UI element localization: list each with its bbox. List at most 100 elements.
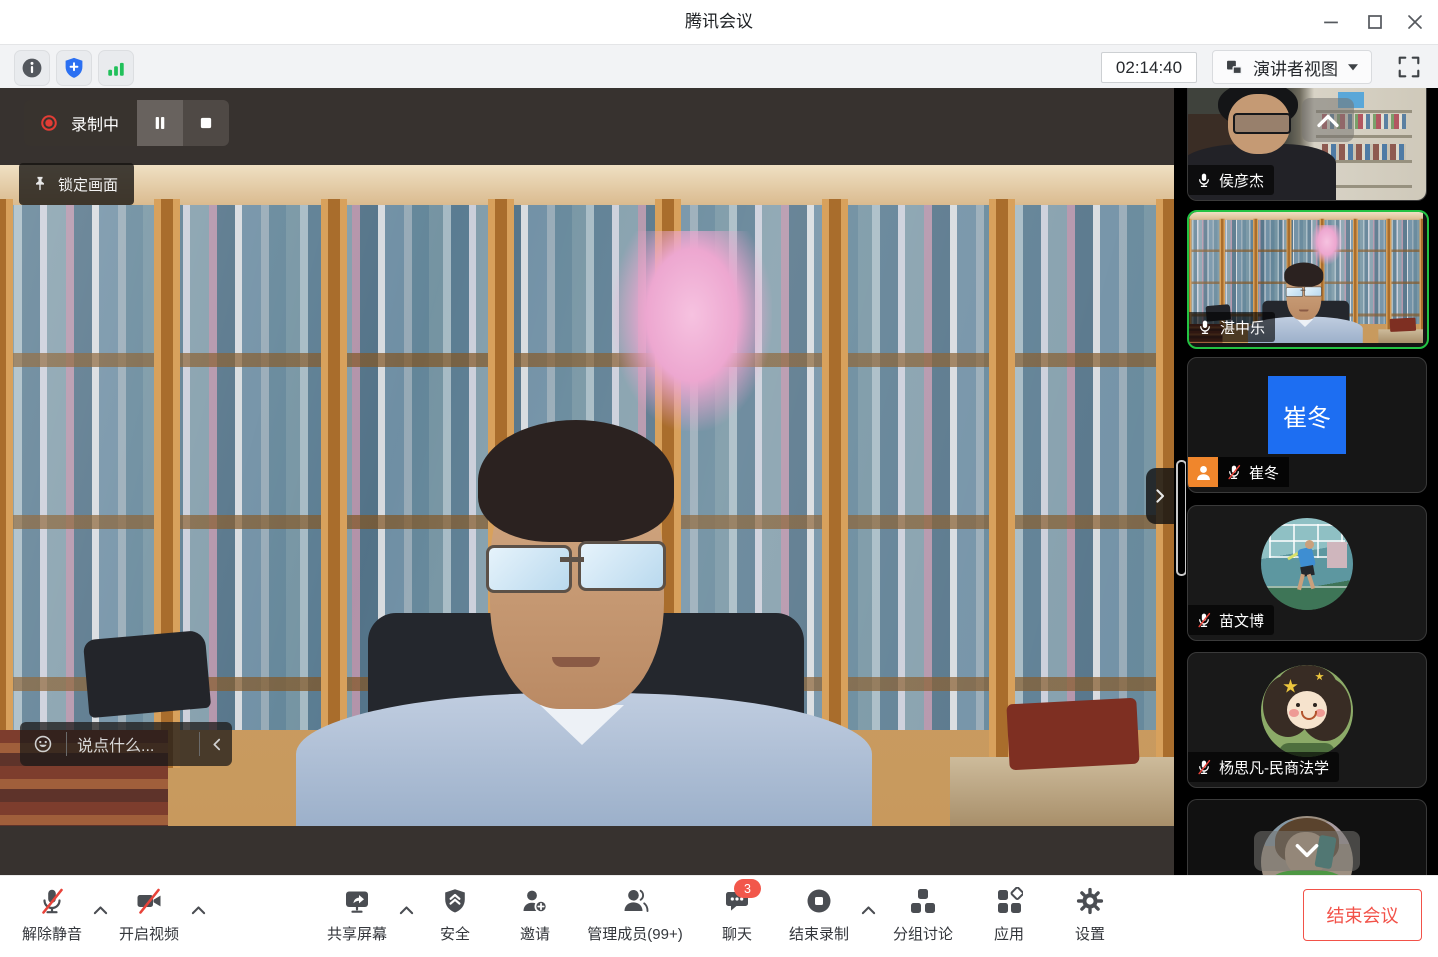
invite-button[interactable]: 邀请 xyxy=(510,887,560,944)
chevron-up-icon xyxy=(1316,113,1340,128)
fullscreen-button[interactable] xyxy=(1392,50,1426,84)
mic-muted-icon xyxy=(1196,612,1212,628)
mic-on-icon xyxy=(1197,319,1213,335)
art-eye xyxy=(1296,703,1300,707)
fullscreen-icon xyxy=(1396,54,1422,80)
pause-recording-button[interactable] xyxy=(137,100,183,146)
settings-label: 设置 xyxy=(1075,923,1105,944)
lock-view-button[interactable]: 锁定画面 xyxy=(19,163,134,205)
art-books xyxy=(1322,144,1406,160)
art-person-mouth xyxy=(1299,310,1309,312)
participant-tile-partial[interactable] xyxy=(1187,799,1427,876)
stop-recording-button[interactable] xyxy=(183,100,229,146)
meeting-info-button[interactable] xyxy=(14,50,50,86)
unmute-label: 解除静音 xyxy=(22,923,82,944)
share-screen-icon xyxy=(343,887,371,915)
meeting-protect-button[interactable] xyxy=(56,50,92,86)
participant-tile[interactable]: 崔冬 崔冬 xyxy=(1187,357,1427,493)
window-title: 腾讯会议 xyxy=(0,0,1438,44)
participant-tile[interactable]: 苗文博 xyxy=(1187,505,1427,641)
chat-quick-input: 说点什么... xyxy=(20,722,232,766)
participant-name: 湛中乐 xyxy=(1220,317,1265,338)
chat-button[interactable]: 3 聊天 xyxy=(712,887,762,944)
art-glasses-left xyxy=(486,545,572,593)
art-person-mouth xyxy=(552,657,600,667)
minimize-icon xyxy=(1319,10,1343,34)
main-stage: 录制中 锁定画面 说点什么... xyxy=(0,88,1174,875)
view-mode-button[interactable]: 演讲者视图 xyxy=(1212,50,1372,84)
art-red-books xyxy=(1390,318,1417,332)
chat-bubble-icon: 3 xyxy=(723,887,751,915)
apps-label: 应用 xyxy=(994,923,1024,944)
end-meeting-button[interactable]: 结束会议 xyxy=(1303,889,1422,941)
minimize-button[interactable] xyxy=(1316,8,1346,36)
security-label: 安全 xyxy=(440,923,470,944)
art-flowers xyxy=(612,231,772,431)
chat-input-field[interactable]: 说点什么... xyxy=(67,732,199,756)
chat-label: 聊天 xyxy=(722,923,752,944)
scroll-up-button[interactable] xyxy=(1302,98,1354,142)
shield-plus-icon xyxy=(62,56,86,80)
maximize-button[interactable] xyxy=(1360,8,1390,36)
avatar-initials: 崔冬 xyxy=(1268,376,1346,454)
gear-icon xyxy=(1076,887,1104,915)
pause-icon xyxy=(148,111,172,135)
recording-pill: 录制中 xyxy=(24,100,229,146)
invite-label: 邀请 xyxy=(520,923,550,944)
record-options-chevron[interactable] xyxy=(858,903,878,917)
art-person-glasses xyxy=(1233,113,1291,134)
manage-members-button[interactable]: 管理成员(99+) xyxy=(578,887,692,944)
stop-recording-button[interactable]: 结束录制 xyxy=(786,887,852,944)
recording-indicator: 录制中 xyxy=(24,100,137,146)
collapse-sidebar-button[interactable] xyxy=(1146,468,1174,524)
smiley-icon xyxy=(32,733,54,755)
signal-bars-icon xyxy=(104,56,128,80)
breakout-rooms-label: 分组讨论 xyxy=(893,923,953,944)
bottom-toolbar: 解除静音 开启视频 共享屏幕 安全 邀请 管理成员(99+) xyxy=(0,875,1438,957)
unmute-button[interactable]: 解除静音 xyxy=(14,887,90,944)
start-video-label: 开启视频 xyxy=(119,923,179,944)
start-video-button[interactable]: 开启视频 xyxy=(116,887,182,944)
tencent-meeting-window: 腾讯会议 02:14:40 演讲者视图 xyxy=(0,0,1438,957)
view-mode-label: 演讲者视图 xyxy=(1253,55,1338,80)
art-player-head xyxy=(1305,540,1314,549)
sidebar-gap xyxy=(1174,88,1186,875)
mic-muted-icon xyxy=(38,887,66,915)
participant-tile-active-speaker[interactable]: 湛中乐 xyxy=(1187,210,1429,349)
avatar-cartoon xyxy=(1261,665,1353,757)
participant-tile[interactable]: 侯彦杰 xyxy=(1187,88,1427,201)
stop-icon xyxy=(194,111,218,135)
share-options-chevron[interactable] xyxy=(396,903,416,917)
participant-label: 苗文博 xyxy=(1188,605,1274,635)
mic-muted-icon xyxy=(1226,464,1242,480)
close-button[interactable] xyxy=(1400,8,1430,36)
settings-button[interactable]: 设置 xyxy=(1066,887,1114,944)
breakout-icon xyxy=(909,887,937,915)
share-screen-button[interactable]: 共享屏幕 xyxy=(322,887,392,944)
art-glasses-right xyxy=(578,541,666,591)
collapse-chat-button[interactable] xyxy=(200,740,232,749)
emoji-button[interactable] xyxy=(20,733,66,755)
apps-button[interactable]: 应用 xyxy=(984,887,1034,944)
members-icon xyxy=(621,887,649,915)
art-flowers xyxy=(1311,225,1343,265)
security-shield-icon xyxy=(441,887,469,915)
meeting-timer: 02:14:40 xyxy=(1101,52,1197,83)
art-glasses-bridge xyxy=(560,557,584,562)
breakout-rooms-button[interactable]: 分组讨论 xyxy=(892,887,954,944)
mic-options-chevron[interactable] xyxy=(90,903,110,917)
participant-name: 侯彦杰 xyxy=(1219,170,1264,191)
participant-label: 杨思凡-民商法学 xyxy=(1188,752,1339,782)
chevron-left-icon xyxy=(212,738,221,751)
participant-label: 侯彦杰 xyxy=(1188,165,1274,195)
art-bag xyxy=(83,630,211,718)
avatar-photo xyxy=(1261,518,1353,610)
video-options-chevron[interactable] xyxy=(188,903,208,917)
security-button[interactable]: 安全 xyxy=(430,887,480,944)
participant-tile[interactable]: 杨思凡-民商法学 xyxy=(1187,652,1427,788)
scroll-down-button[interactable] xyxy=(1254,831,1360,871)
network-status-button[interactable] xyxy=(98,50,134,86)
art-person-hair xyxy=(1284,263,1323,287)
status-bar: 02:14:40 演讲者视图 xyxy=(0,45,1438,88)
mic-on-icon xyxy=(1196,172,1212,188)
